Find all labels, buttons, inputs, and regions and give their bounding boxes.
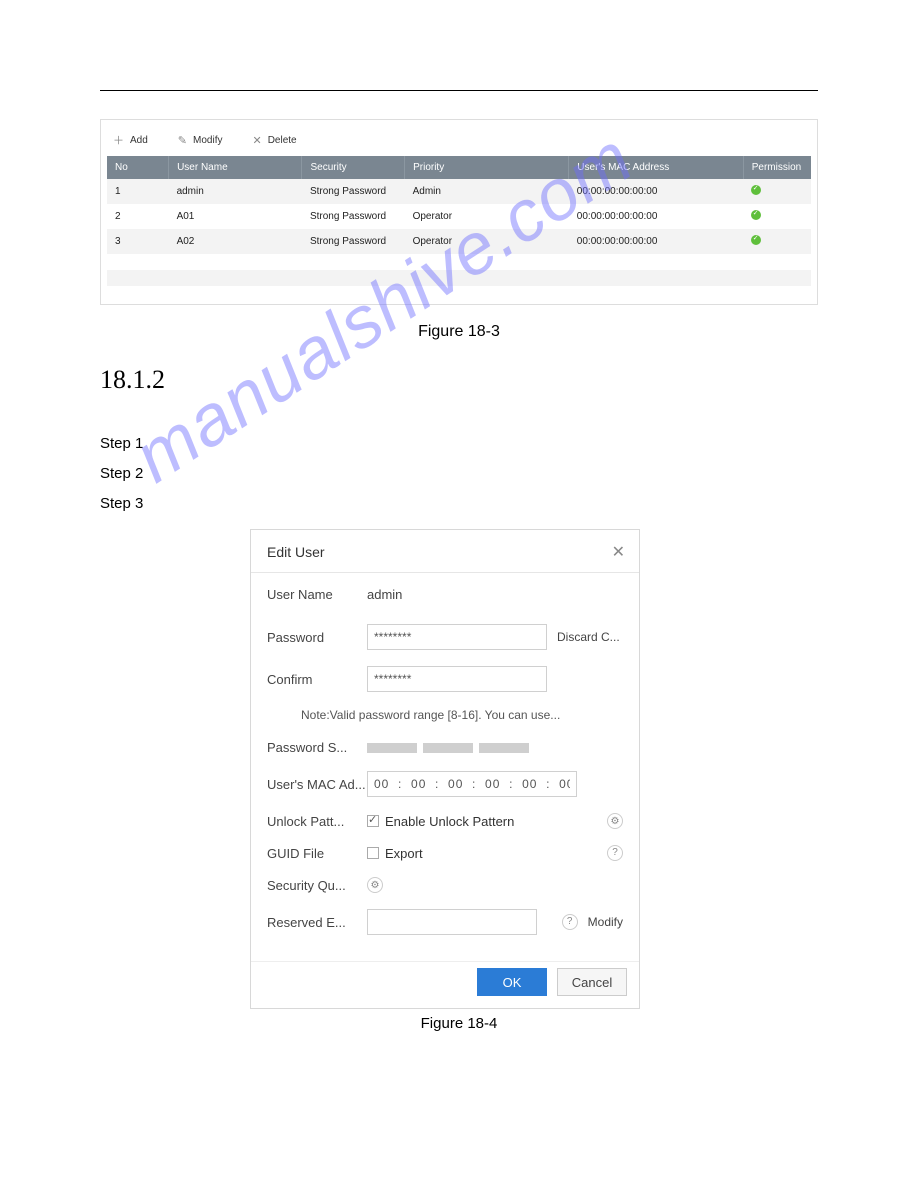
table-header-row: No User Name Security Priority User's MA… (107, 156, 811, 179)
col-user: User Name (169, 156, 302, 179)
figure-caption-1: Figure 18-3 (100, 323, 818, 341)
cell-mac: 00:00:00:00:00:00 (569, 179, 743, 204)
step-1: Step 1 (100, 429, 818, 459)
col-mac: User's MAC Address (569, 156, 743, 179)
unlock-checkbox[interactable] (367, 815, 379, 827)
label-mac: User's MAC Ad... (267, 777, 367, 792)
add-label: Add (130, 135, 148, 146)
check-icon (751, 235, 761, 245)
unlock-checkbox-label: Enable Unlock Pattern (385, 814, 514, 829)
cell-priority: Operator (405, 204, 569, 229)
export-checkbox[interactable] (367, 847, 379, 859)
table-row[interactable]: 1 admin Strong Password Admin 00:00:00:0… (107, 179, 811, 204)
edit-user-dialog: Edit User ✕ User Name admin Password Dis… (250, 529, 640, 1009)
row-security-question: Security Qu... (267, 877, 623, 893)
section-number: 18.1.2 (100, 365, 818, 395)
modify-label: Modify (193, 135, 222, 146)
reserved-email-input[interactable] (367, 909, 537, 935)
help-icon[interactable] (607, 845, 623, 861)
export-label: Export (385, 846, 423, 861)
step-2: Step 2 (100, 459, 818, 489)
strength-seg (367, 743, 417, 753)
cell-security: Strong Password (302, 179, 405, 204)
cell-no: 1 (107, 179, 169, 204)
label-password-strength: Password S... (267, 740, 367, 755)
cell-user: A01 (169, 204, 302, 229)
blank-row (107, 270, 811, 286)
password-note: Note:Valid password range [8-16]. You ca… (301, 708, 623, 722)
cell-priority: Admin (405, 179, 569, 204)
cell-security: Strong Password (302, 229, 405, 254)
blank-row (107, 254, 811, 270)
label-unlock: Unlock Patt... (267, 814, 367, 829)
help-icon[interactable] (562, 914, 578, 930)
cell-mac: 00:00:00:00:00:00 (569, 204, 743, 229)
edit-icon (178, 134, 187, 147)
col-permission: Permission (743, 156, 811, 179)
row-unlock: Unlock Patt... Enable Unlock Pattern (267, 813, 623, 829)
modify-link[interactable]: Modify (588, 915, 623, 929)
horizontal-rule (100, 90, 818, 91)
row-reserved-email: Reserved E... Modify (267, 909, 623, 935)
dialog-body: User Name admin Password Discard C... Co… (251, 573, 639, 961)
users-table: No User Name Security Priority User's MA… (107, 156, 811, 302)
delete-label: Delete (268, 135, 297, 146)
label-user-name: User Name (267, 587, 367, 602)
label-guid: GUID File (267, 846, 367, 861)
mac-input[interactable] (367, 771, 577, 797)
label-security-question: Security Qu... (267, 878, 367, 893)
delete-button[interactable]: Delete (252, 134, 296, 147)
password-input[interactable] (367, 624, 547, 650)
confirm-input[interactable] (367, 666, 547, 692)
ok-button[interactable]: OK (477, 968, 547, 996)
cell-security: Strong Password (302, 204, 405, 229)
row-password-strength: Password S... (267, 740, 623, 755)
modify-button[interactable]: Modify (178, 134, 223, 147)
label-password: Password (267, 630, 367, 645)
dialog-title: Edit User (267, 544, 325, 560)
cell-no: 2 (107, 204, 169, 229)
user-toolbar: Add Modify Delete (107, 126, 811, 156)
dialog-footer: OK Cancel (251, 961, 639, 1008)
check-icon (751, 185, 761, 195)
cell-permission (743, 229, 811, 254)
add-button[interactable]: Add (113, 132, 148, 148)
cell-permission (743, 179, 811, 204)
cell-priority: Operator (405, 229, 569, 254)
gear-icon[interactable] (607, 813, 623, 829)
row-mac: User's MAC Ad... (267, 771, 623, 797)
cell-permission (743, 204, 811, 229)
figure-caption-2: Figure 18-4 (100, 1015, 818, 1032)
user-management-panel: Add Modify Delete No User Name Security … (100, 119, 818, 305)
blank-row (107, 286, 811, 302)
col-priority: Priority (405, 156, 569, 179)
row-confirm: Confirm (267, 666, 623, 692)
check-icon (751, 210, 761, 220)
row-password: Password Discard C... (267, 624, 623, 650)
cancel-button[interactable]: Cancel (557, 968, 627, 996)
gear-icon[interactable] (367, 877, 383, 893)
plus-icon (113, 132, 124, 148)
dialog-header: Edit User ✕ (251, 530, 639, 573)
strength-seg (479, 743, 529, 753)
strength-indicator (367, 743, 529, 753)
cell-user: admin (169, 179, 302, 204)
cell-mac: 00:00:00:00:00:00 (569, 229, 743, 254)
table-row[interactable]: 2 A01 Strong Password Operator 00:00:00:… (107, 204, 811, 229)
close-icon[interactable]: ✕ (612, 542, 625, 562)
row-user-name: User Name admin (267, 587, 623, 602)
discard-link[interactable]: Discard C... (557, 630, 620, 644)
col-security: Security (302, 156, 405, 179)
col-no: No (107, 156, 169, 179)
delete-icon (252, 134, 261, 147)
label-reserved-email: Reserved E... (267, 915, 367, 930)
table-row[interactable]: 3 A02 Strong Password Operator 00:00:00:… (107, 229, 811, 254)
value-user-name: admin (367, 587, 623, 602)
label-confirm: Confirm (267, 672, 367, 687)
row-guid: GUID File Export (267, 845, 623, 861)
cell-no: 3 (107, 229, 169, 254)
cell-user: A02 (169, 229, 302, 254)
strength-seg (423, 743, 473, 753)
step-3: Step 3 (100, 489, 818, 519)
